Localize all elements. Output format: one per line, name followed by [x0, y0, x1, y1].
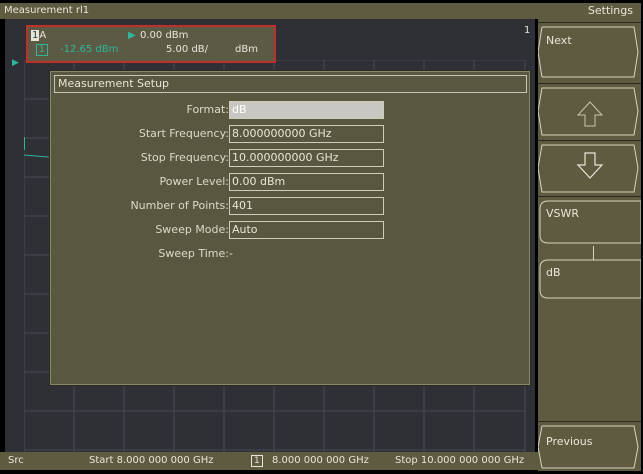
power-level-field[interactable]: 0.00 dBm	[229, 173, 384, 191]
marker-number-badge: 1	[36, 44, 48, 56]
stop-frequency-label: Stop Frequency:	[140, 151, 229, 164]
ref-arrow-icon: ▶	[128, 30, 136, 41]
start-frequency-label: Start Frequency:	[138, 127, 229, 140]
number-of-points-row: Number of Points: 401	[51, 197, 529, 215]
instrument-screen: Measurement rl1 ▶ 1A ▶ 0.00 dBm 1 -12.65…	[0, 0, 643, 474]
scroll-down-button[interactable]	[538, 140, 641, 196]
settings-softkey-panel: Settings Next VSWR dB Previous	[538, 3, 641, 471]
down-arrow-icon	[576, 152, 604, 179]
number-of-points-field[interactable]: 401	[229, 197, 384, 215]
marker-number-status-badge: 1	[251, 455, 263, 467]
stop-frequency-field[interactable]: 10.000000000 GHz	[229, 149, 384, 167]
title-bar: Measurement rl1	[0, 3, 538, 19]
channel-number: 1	[524, 25, 531, 36]
start-frequency-status: Start 8.000 000 000 GHz	[89, 455, 214, 466]
db-option-button[interactable]: dB	[538, 258, 641, 303]
start-frequency-field[interactable]: 8.000000000 GHz	[229, 125, 384, 143]
start-frequency-row: Start Frequency: 8.000000000 GHz	[51, 125, 529, 143]
scroll-up-button[interactable]	[538, 83, 641, 139]
next-key-outline	[538, 26, 639, 78]
marker-frequency-status: 8.000 000 000 GHz	[272, 455, 369, 466]
status-bar: Src Start 8.000 000 000 GHz 1 8.000 000 …	[0, 452, 538, 470]
number-of-points-label: Number of Points:	[130, 199, 229, 212]
unit-value: dBm	[235, 44, 258, 55]
measurement-setup-dialog: Measurement Setup Format: dB Start Frequ…	[50, 71, 530, 385]
dialog-title: Measurement Setup	[54, 75, 527, 93]
marker-number-status: 1	[251, 452, 263, 470]
previous-button[interactable]: Previous	[538, 421, 641, 472]
ref-level: 0.00 dBm	[140, 30, 189, 41]
key-outline	[539, 259, 641, 299]
format-label: Format:	[186, 103, 229, 116]
sweep-mode-row: Sweep Mode: Auto	[51, 221, 529, 239]
settings-header-label: Settings	[587, 4, 633, 17]
vswr-option-label: VSWR	[546, 207, 580, 220]
marker-readout[interactable]: 1A ▶ 0.00 dBm 1 -12.65 dBm 5.00 dB/ dBm	[26, 25, 276, 63]
stop-frequency-status: Stop 10.000 000 000 GHz	[395, 455, 525, 466]
marker-number: 1	[36, 44, 48, 56]
marker-value: -12.65 dBm	[60, 44, 119, 55]
trace-letter: A	[39, 30, 47, 41]
sweep-time-value: -	[229, 247, 233, 260]
next-button[interactable]: Next	[538, 22, 641, 81]
trace-label: 1A	[31, 30, 46, 42]
key-outline	[539, 200, 641, 244]
format-field[interactable]: dB	[229, 101, 384, 119]
sweep-time-row: Sweep Time: -	[51, 245, 529, 263]
vswr-option-button[interactable]: VSWR	[538, 196, 641, 247]
sweep-mode-label: Sweep Mode:	[155, 223, 229, 236]
db-option-label: dB	[546, 266, 561, 279]
next-button-label: Next	[546, 34, 572, 47]
previous-button-label: Previous	[546, 435, 593, 448]
sweep-mode-field[interactable]: Auto	[229, 221, 384, 239]
ref-level-arrow-icon: ▶	[12, 58, 19, 68]
window-title: Measurement rl1	[4, 5, 90, 16]
stop-frequency-row: Stop Frequency: 10.000000000 GHz	[51, 149, 529, 167]
up-arrow-icon	[576, 101, 604, 127]
sweep-time-label: Sweep Time:	[158, 247, 229, 260]
key-outline	[538, 144, 639, 193]
source-label: Src	[8, 455, 24, 466]
format-row: Format: dB	[51, 101, 529, 119]
scale-value: 5.00 dB/	[166, 44, 209, 55]
key-outline	[538, 87, 639, 136]
power-level-row: Power Level: 0.00 dBm	[51, 173, 529, 191]
settings-header: Settings	[538, 3, 641, 19]
power-level-label: Power Level:	[159, 175, 230, 188]
